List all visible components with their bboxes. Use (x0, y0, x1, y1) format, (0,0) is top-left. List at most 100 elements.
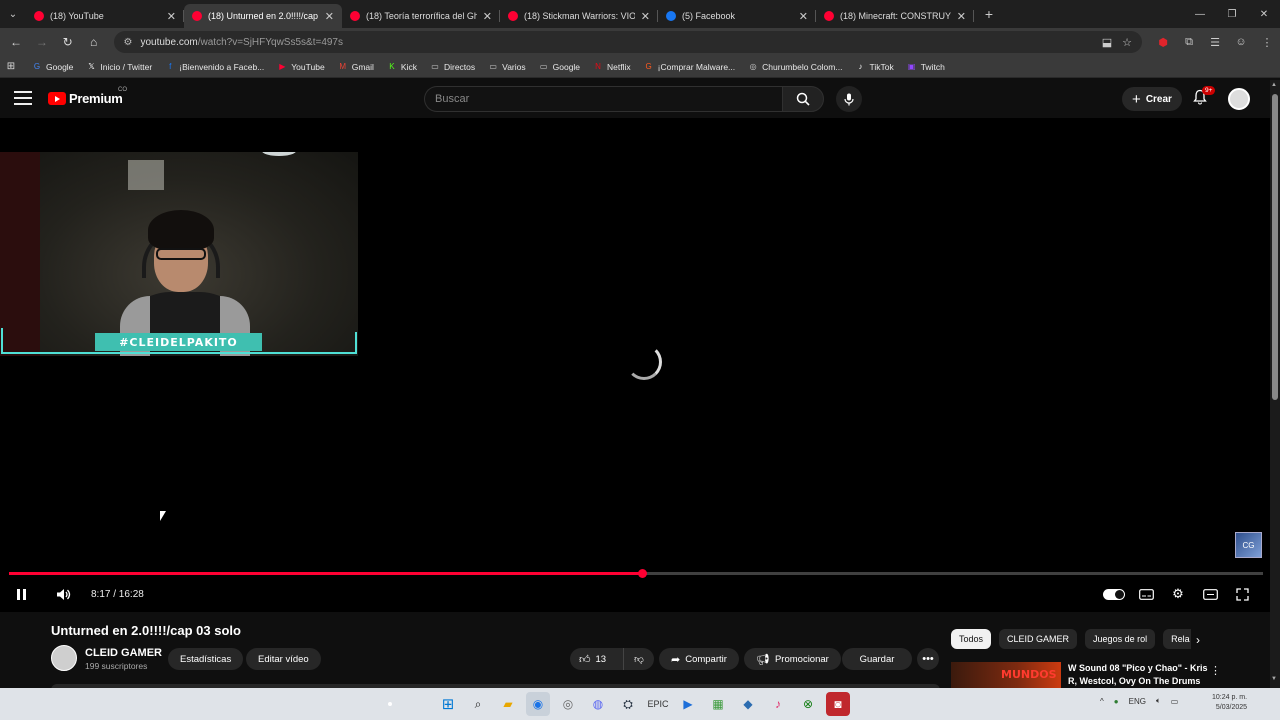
stats-button[interactable]: Estadísticas (168, 648, 244, 670)
bookmark-item[interactable]: ◎ Churumbelo Colom... (748, 62, 843, 72)
omnibox[interactable]: ⚙ youtube.com/watch?v=SjHFYqwSs5s&t=497s… (113, 31, 1143, 53)
tab-close-icon[interactable]: ✕ (799, 10, 808, 23)
browser-menu-icon[interactable]: ⋮ (1254, 31, 1280, 53)
bookmark-item[interactable]: G ¡Comprar Malware... (644, 62, 736, 72)
bookmark-item[interactable]: ▭ Varios (488, 62, 525, 72)
create-button[interactable]: + Crear (1122, 87, 1182, 111)
recommendation-menu-icon[interactable]: ⋮ (1210, 664, 1221, 677)
filter-chip[interactable]: Juegos de rol (1085, 629, 1156, 649)
discord-icon[interactable]: ◍ (586, 692, 610, 716)
reload-icon[interactable]: ↻ (56, 30, 80, 54)
dislike-button[interactable]: 👎︎ (624, 653, 654, 665)
fullscreen-icon[interactable] (1228, 582, 1256, 606)
bookmark-item[interactable]: f ¡Bienvenido a Faceb... (165, 62, 264, 72)
scroll-down-arrow-icon[interactable]: ▼ (1271, 676, 1277, 682)
new-tab-button[interactable]: + (978, 3, 1000, 25)
subtitles-icon[interactable] (1132, 582, 1160, 606)
tab-close-icon[interactable]: ✕ (325, 10, 334, 23)
bookmark-item[interactable]: ▣ Twitch (907, 62, 945, 72)
profile-icon[interactable]: ☺ (1228, 31, 1254, 53)
minecraft-icon[interactable]: ▦ (706, 692, 730, 716)
epic-games-icon[interactable]: EPIC (646, 692, 670, 716)
recommendation-thumbnail[interactable]: MUNDOS (951, 662, 1061, 688)
taskbar-clock[interactable]: 10:24 p. m. 5/03/2025 (1212, 693, 1247, 713)
language-indicator[interactable]: ENG (1129, 697, 1146, 706)
home-icon[interactable]: ⌂ (82, 30, 106, 54)
tab-close-icon[interactable]: ✕ (641, 10, 650, 23)
volume-icon[interactable] (49, 582, 77, 606)
progress-scrubber[interactable] (638, 569, 648, 578)
search-input[interactable] (424, 86, 782, 112)
bookmark-item[interactable]: M Gmail (338, 62, 374, 72)
browser-tab[interactable]: (5) Facebook ✕ (658, 4, 816, 28)
site-info-icon[interactable]: ⚙ (124, 37, 133, 48)
obs-icon[interactable]: ◎ (556, 692, 580, 716)
tab-close-icon[interactable]: ✕ (167, 10, 176, 23)
filter-chip[interactable]: Rela (1163, 629, 1191, 649)
more-actions-icon[interactable]: ••• (917, 648, 939, 670)
browser-tab[interactable]: (18) Unturned en 2.0!!!!/cap 03 ✕ (184, 4, 342, 28)
tray-app-icon[interactable]: ● (1114, 697, 1119, 706)
apps-grid-icon[interactable]: ⊞ (6, 61, 20, 72)
bookmark-item[interactable]: K Kick (387, 62, 417, 72)
pause-button[interactable] (7, 582, 35, 606)
video-player-app-icon[interactable]: ▶ (676, 692, 700, 716)
file-explorer-icon[interactable]: ▰ (496, 692, 520, 716)
back-arrow-icon[interactable]: ← (4, 30, 28, 54)
browser-tab[interactable]: (18) Minecraft: CONSTRUYENDO ✕ (816, 4, 974, 28)
tab-search-chevron-icon[interactable]: ⌄ (0, 0, 26, 28)
tiktok-app-icon[interactable]: ♪ (766, 692, 790, 716)
url-text[interactable]: youtube.com/watch?v=SjHFYqwSs5s&t=497s (140, 37, 1091, 48)
forward-arrow-icon[interactable]: → (30, 30, 54, 54)
tab-close-icon[interactable]: ✕ (483, 10, 492, 23)
tray-chevron-icon[interactable]: ^ (1100, 697, 1104, 706)
browser-tab[interactable]: (18) Teoría terrorífica del Ghast ✕ (342, 4, 500, 28)
settings-gear-icon[interactable]: ⚙ (1164, 582, 1192, 606)
close-window-icon[interactable]: ✕ (1248, 0, 1280, 28)
chips-next-chevron-icon[interactable]: › (1196, 633, 1200, 647)
autoplay-toggle[interactable] (1100, 582, 1128, 606)
filter-chip[interactable]: CLEID GAMER (999, 629, 1078, 649)
save-button[interactable]: Guardar (842, 648, 912, 670)
scroll-up-arrow-icon[interactable]: ▲ (1271, 82, 1277, 88)
bookmark-item[interactable]: ♪ TikTok (855, 62, 893, 72)
theater-mode-icon[interactable] (1196, 582, 1224, 606)
page-scrollbar[interactable]: ▲ ▼ (1270, 80, 1280, 688)
bookmark-item[interactable]: ▭ Directos (430, 62, 475, 72)
speaker-icon[interactable]: 🔈︎ (1156, 696, 1161, 706)
restore-icon[interactable]: ❐ (1216, 0, 1248, 28)
tab-close-icon[interactable]: ✕ (957, 10, 966, 23)
app-diamond-icon[interactable]: ◆ (736, 692, 760, 716)
youtube-premium-logo[interactable]: Premium CO (48, 87, 127, 106)
bookmark-item[interactable]: 𝕏 Inicio / Twitter (86, 62, 152, 72)
recommendation-title[interactable]: W Sound 08 "Pico y Chao" - Kris R, Westc… (1068, 662, 1208, 688)
windows-start-icon[interactable]: ⊞ (436, 692, 460, 716)
filter-chip[interactable]: Todos (951, 629, 992, 649)
adblock-extension-icon[interactable]: ⬢ (1150, 31, 1176, 53)
channel-watermark[interactable]: CG (1235, 532, 1262, 558)
edit-video-button[interactable]: Editar vídeo (246, 648, 321, 670)
battery-icon[interactable]: ▭ (1171, 697, 1179, 706)
voice-search-mic-icon[interactable] (836, 86, 862, 112)
channel-name[interactable]: CLEID GAMER (85, 647, 162, 659)
browser-tab[interactable]: (18) Stickman Warriors: VIOLEN ✕ (500, 4, 658, 28)
recording-app-icon[interactable]: ◙ (826, 692, 850, 716)
channel-avatar[interactable] (51, 645, 77, 671)
bookmark-item[interactable]: G Google (32, 62, 74, 72)
scrollbar-thumb[interactable] (1272, 94, 1278, 400)
steam-icon[interactable]: ⛭ (616, 692, 640, 716)
chrome-icon[interactable]: ◉ (526, 692, 550, 716)
progress-bar[interactable] (9, 569, 1263, 578)
taskbar-search-icon[interactable]: ⌕ (466, 692, 490, 716)
notifications-bell-icon[interactable]: 9+ (1192, 86, 1216, 109)
account-avatar[interactable] (1228, 88, 1250, 110)
menu-hamburger-icon[interactable] (14, 91, 32, 105)
bookmark-item[interactable]: N Netflix (593, 62, 631, 72)
like-button[interactable]: 👍︎ 13 (570, 648, 624, 670)
video-player[interactable]: #CLEIDELPAKITO CG 8:17 / 16:28 ⚙ (0, 118, 1270, 612)
media-controls-icon[interactable]: ☰ (1202, 31, 1228, 53)
extensions-puzzle-icon[interactable]: ⧉ (1176, 31, 1202, 53)
search-button[interactable] (782, 86, 824, 112)
bookmark-item[interactable]: ▭ Google (539, 62, 580, 72)
install-app-icon[interactable]: ⬓ (1102, 36, 1112, 49)
